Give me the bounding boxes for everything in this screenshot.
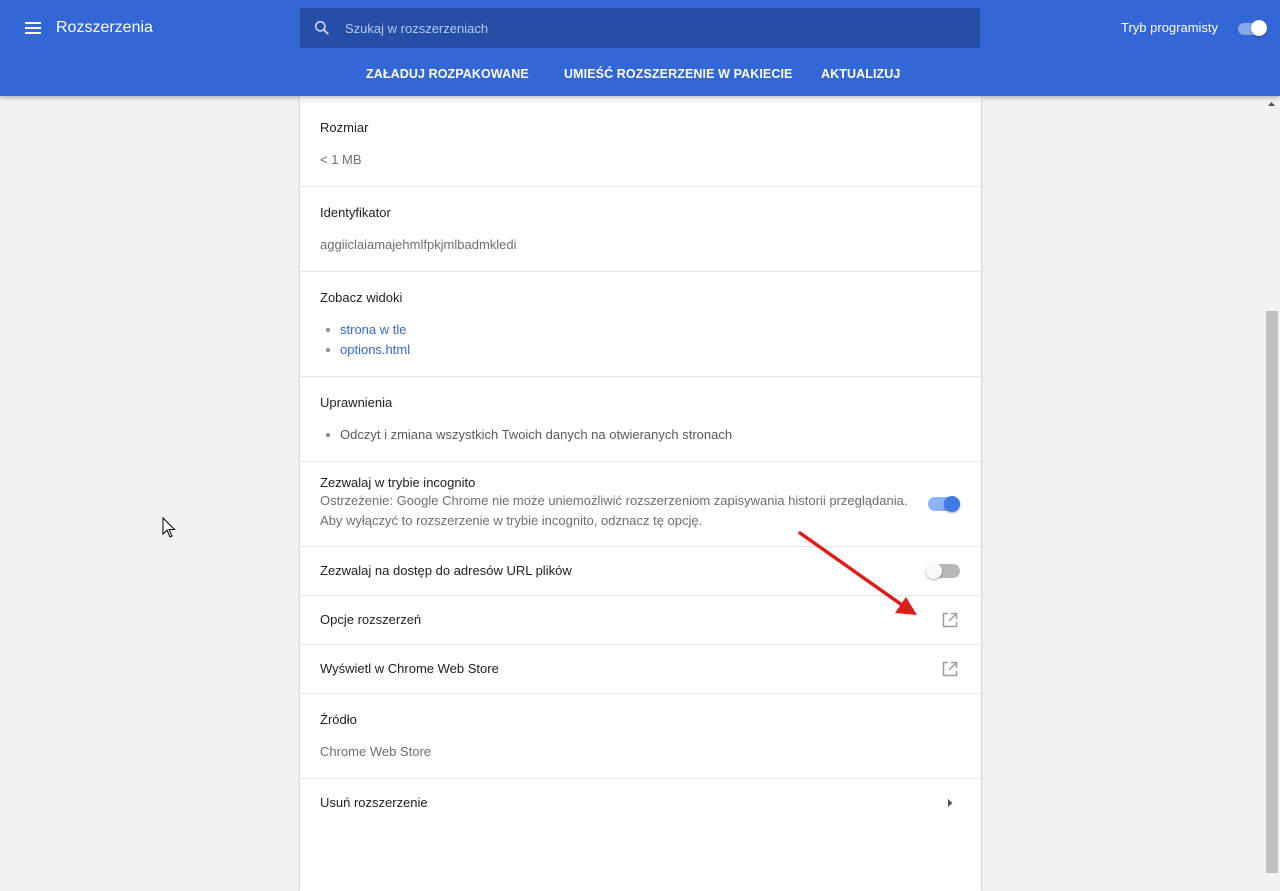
id-section: Identyfikator aggiiclaiamajehmlfpkjmlbad… [300, 187, 981, 272]
options-title: Opcje rozszerzeń [320, 612, 422, 627]
extension-details-card: Rozmiar < 1 MB Identyfikator aggiiclaiam… [300, 96, 981, 891]
bullet [326, 348, 330, 352]
size-value: < 1 MB [320, 152, 362, 167]
source-section: Źródło Chrome Web Store [300, 694, 981, 779]
permissions-section: Uprawnienia Odczyt i zmiana wszystkich T… [300, 377, 981, 462]
open-in-new-icon[interactable] [941, 611, 959, 629]
incognito-warning-line1: Ostrzeżenie: Google Chrome nie może unie… [320, 493, 908, 508]
annotation-arrow-icon [798, 531, 917, 615]
views-title: Zobacz widoki [320, 290, 403, 305]
search-box[interactable] [300, 8, 980, 48]
remove-extension-row[interactable]: Usuń rozszerzenie [300, 779, 981, 828]
mouse-cursor-icon [162, 517, 176, 538]
view-link-label[interactable]: strona w tle [340, 322, 406, 338]
source-title: Źródło [320, 712, 357, 727]
view-link-label[interactable]: options.html [340, 342, 410, 358]
open-in-new-icon[interactable] [941, 660, 959, 678]
pack-extension-button[interactable]: UMIEŚĆ ROZSZERZENIE W PAKIECIE [564, 64, 792, 84]
search-input[interactable] [345, 8, 965, 48]
file-urls-title: Zezwalaj na dostęp do adresów URL plików [320, 563, 572, 578]
remove-title: Usuń rozszerzenie [320, 795, 428, 810]
webstore-row[interactable]: Wyświetl w Chrome Web Store [300, 645, 981, 694]
scroll-up-arrow-icon[interactable] [1263, 96, 1280, 113]
source-value: Chrome Web Store [320, 744, 432, 759]
id-value: aggiiclaiamajehmlfpkjmlbadmkledi [320, 237, 517, 252]
dev-mode-label: Tryb programisty [1121, 20, 1219, 35]
size-title: Rozmiar [320, 120, 369, 135]
bullet [326, 433, 330, 437]
update-button[interactable]: AKTUALIZUJ [821, 64, 900, 84]
file-urls-toggle[interactable] [926, 561, 962, 581]
top-toolbar: Rozszerzenia Tryb programisty ZAŁADUJ RO… [0, 0, 1280, 96]
permissions-title: Uprawnienia [320, 395, 393, 410]
page-title: Rozszerzenia [56, 19, 153, 36]
bullet [326, 328, 330, 332]
id-title: Identyfikator [320, 205, 391, 220]
scrollbar-thumb[interactable] [1266, 311, 1278, 873]
webstore-title: Wyświetl w Chrome Web Store [320, 661, 499, 676]
caret-right-icon[interactable] [946, 798, 954, 808]
dev-mode-toggle[interactable] [1237, 20, 1269, 36]
search-icon [314, 20, 329, 35]
incognito-toggle[interactable] [926, 494, 962, 514]
views-section: Zobacz widoki strona w tle options.html [300, 272, 981, 377]
permission-label: Odczyt i zmiana wszystkich Twoich danych… [340, 427, 733, 442]
incognito-title: Zezwalaj w trybie incognito [320, 475, 476, 490]
load-unpacked-button[interactable]: ZAŁADUJ ROZPAKOWANE [366, 64, 529, 84]
menu-icon[interactable] [22, 18, 46, 38]
size-section: Rozmiar < 1 MB [300, 102, 981, 187]
